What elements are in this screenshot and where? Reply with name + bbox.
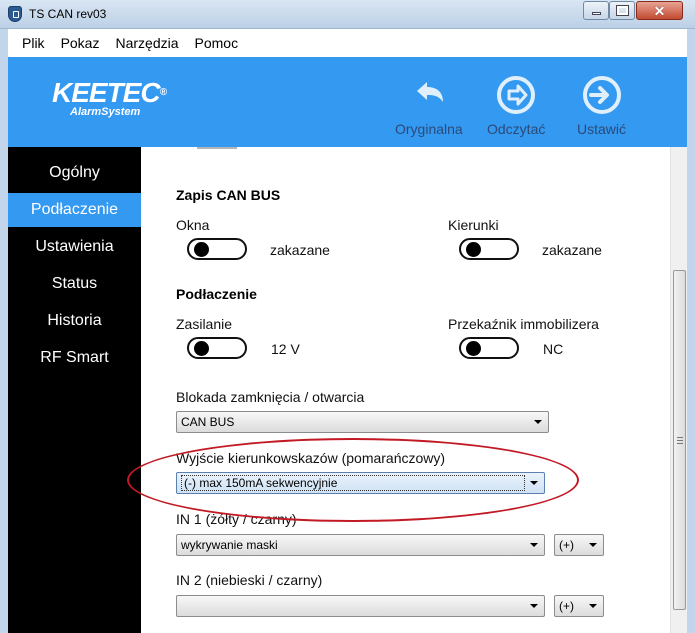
kierunki-value: zakazane <box>542 242 602 258</box>
can-bus-section-title: Zapis CAN BUS <box>176 187 281 203</box>
immobilizer-value: NC <box>543 341 564 357</box>
minimize-button[interactable] <box>583 1 609 20</box>
zasilanie-toggle[interactable] <box>187 337 247 359</box>
okna-value: zakazane <box>270 242 330 258</box>
logo-text: KEETEC <box>52 77 161 108</box>
toggle-knob <box>194 341 209 356</box>
maximize-button[interactable] <box>609 1 635 20</box>
window-frame-right <box>687 29 695 633</box>
vertical-scrollbar[interactable] <box>670 147 687 633</box>
in1-selected-value: wykrywanie maski <box>181 538 278 552</box>
app-shield-icon <box>8 6 22 22</box>
in1-select[interactable]: wykrywanie maski <box>176 534 545 556</box>
blokada-select[interactable]: CAN BUS <box>176 411 549 433</box>
logo-registered: ® <box>159 87 167 98</box>
divider <box>197 147 237 149</box>
scrollbar-thumb[interactable] <box>673 270 686 610</box>
chevron-down-icon <box>530 543 538 547</box>
chevron-down-icon <box>534 420 542 424</box>
menu-narzedzia[interactable]: Narzędzia <box>107 35 186 51</box>
undo-arrow-icon <box>416 82 443 102</box>
sidebar-item-ogolny[interactable]: Ogólny <box>8 156 141 190</box>
read-arrow-circle-icon <box>497 76 536 114</box>
toggle-knob <box>466 341 481 356</box>
menu-bar: Plik Pokaz Narzędzia Pomoc <box>8 29 687 57</box>
grip-line <box>677 443 683 444</box>
grip-line <box>677 440 683 441</box>
original-label: Oryginalna <box>395 121 463 137</box>
minimize-icon <box>591 12 601 15</box>
close-icon: ✕ <box>653 2 666 19</box>
maximize-icon <box>615 5 629 16</box>
menu-pokaz[interactable]: Pokaz <box>53 35 108 51</box>
write-label: Ustawić <box>577 121 627 137</box>
write-button[interactable]: Ustawić <box>577 75 626 137</box>
blokada-selected-value: CAN BUS <box>181 415 235 429</box>
connection-section-title: Podłaczenie <box>176 286 257 302</box>
grip-line <box>677 437 683 438</box>
zasilanie-value: 12 V <box>271 341 300 357</box>
immobilizer-toggle[interactable] <box>459 337 519 359</box>
toggle-knob <box>466 242 481 257</box>
in1-polarity-select[interactable]: (+) <box>554 534 604 556</box>
immobilizer-label: Przekaźnik immobilizera <box>448 316 599 332</box>
sidebar-item-podlaczenie[interactable]: Podłaczenie <box>8 193 141 227</box>
write-arrow-circle-icon <box>582 76 621 114</box>
zasilanie-label: Zasilanie <box>176 316 233 332</box>
logo-subtitle: AlarmSystem <box>70 106 141 118</box>
wyjscie-select[interactable]: (-) max 150mA sekwencyjnie <box>176 472 545 494</box>
okna-label: Okna <box>176 217 210 233</box>
window-frame-left <box>0 29 8 633</box>
kierunki-toggle[interactable] <box>459 238 519 260</box>
kierunki-label: Kierunki <box>448 217 499 233</box>
title-bar: TS CAN rev03 ✕ <box>0 0 695 29</box>
chevron-down-icon <box>589 604 597 608</box>
sidebar-item-rf-smart[interactable]: RF Smart <box>8 341 141 375</box>
chevron-down-icon <box>530 481 538 485</box>
chevron-down-icon <box>589 543 597 547</box>
window-title: TS CAN rev03 <box>29 7 107 21</box>
in2-polarity-value: (+) <box>559 599 574 613</box>
header-toolbar: KEETEC® AlarmSystem Oryginalna Odczytać … <box>8 57 687 147</box>
toggle-knob <box>194 242 209 257</box>
keetec-logo: KEETEC® AlarmSystem <box>52 77 167 118</box>
original-button[interactable]: Oryginalna <box>395 75 463 137</box>
in2-label: IN 2 (niebieski / czarny) <box>176 572 323 588</box>
sidebar-item-historia[interactable]: Historia <box>8 304 141 338</box>
menu-pomoc[interactable]: Pomoc <box>187 35 247 51</box>
read-button[interactable]: Odczytać <box>487 75 545 137</box>
settings-panel: Zapis CAN BUS Okna zakazane Kierunki zak… <box>141 147 670 633</box>
okna-toggle[interactable] <box>187 238 247 260</box>
menu-plik[interactable]: Plik <box>14 35 53 51</box>
in1-label: IN 1 (żółty / czarny) <box>176 511 297 527</box>
sidebar: Ogólny Podłaczenie Ustawienia Status His… <box>8 147 141 633</box>
read-label: Odczytać <box>487 121 546 137</box>
chevron-down-icon <box>530 604 538 608</box>
in2-select[interactable] <box>176 595 545 617</box>
wyjscie-label: Wyjście kierunkowskazów (pomarańczowy) <box>176 450 446 466</box>
in2-polarity-select[interactable]: (+) <box>554 595 604 617</box>
sidebar-item-ustawienia[interactable]: Ustawienia <box>8 230 141 264</box>
blokada-label: Blokada zamknięcia / otwarcia <box>176 389 365 405</box>
in1-polarity-value: (+) <box>559 538 574 552</box>
sidebar-item-status[interactable]: Status <box>8 267 141 301</box>
wyjscie-selected-value: (-) max 150mA sekwencyjnie <box>181 475 525 491</box>
close-button[interactable]: ✕ <box>636 1 683 20</box>
